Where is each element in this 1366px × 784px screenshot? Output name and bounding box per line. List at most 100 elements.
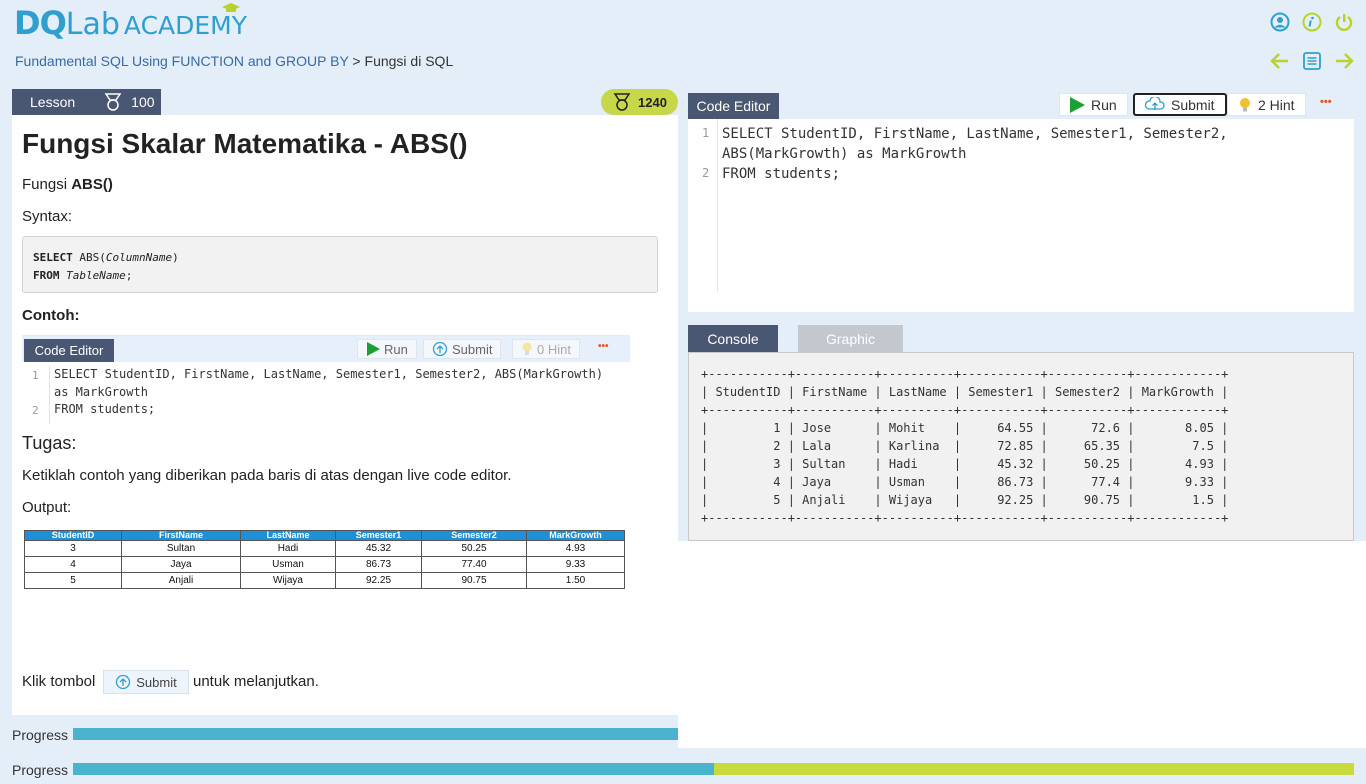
- progress-label: Progress: [12, 762, 69, 778]
- lesson-tab[interactable]: Lesson 100: [12, 89, 161, 115]
- lesson-points: 100: [131, 94, 155, 110]
- lesson-tab-label: Lesson: [30, 94, 76, 110]
- inline-submit-label: Submit: [136, 674, 177, 690]
- syntax-code-block: SELECT ABS(ColumnName) FROM TableName;: [22, 236, 658, 293]
- table-row: 3 Sultan Hadi 45.32 50.25 4.93: [24, 540, 625, 557]
- syntax-line-2: FROM TableName;: [33, 267, 647, 285]
- table-cell: 86.73: [335, 556, 422, 573]
- hint-button[interactable]: 2 Hint: [1227, 93, 1306, 116]
- editor-code-line: FROM students;: [722, 166, 841, 182]
- example-more-icon: •••: [598, 341, 609, 352]
- table-header: FirstName: [121, 530, 241, 541]
- table-row: 4 Jaya Usman 86.73 77.40 9.33: [24, 556, 625, 573]
- table-header: StudentID: [24, 530, 122, 541]
- lesson-title: Fungsi Skalar Matematika - ABS(): [22, 128, 468, 159]
- hint-label: 2 Hint: [1258, 96, 1295, 113]
- table-header: Semester2: [421, 530, 527, 541]
- example-submit-button: Submit: [423, 339, 502, 359]
- example-code-line: FROM students;: [54, 402, 156, 416]
- progress-bar-2: [73, 763, 1354, 775]
- total-points: 1240: [638, 94, 667, 110]
- table-cell: 9.33: [526, 556, 625, 573]
- table-cell: Jaya: [121, 556, 241, 573]
- blank-area: [678, 541, 1366, 748]
- medal-icon: [613, 93, 631, 111]
- header-actions: [1270, 12, 1354, 32]
- play-icon: [367, 342, 380, 356]
- footer-prefix: Klik tombol: [22, 673, 96, 690]
- table-cell: 77.40: [421, 556, 527, 573]
- table-header: MarkGrowth: [526, 530, 625, 541]
- syntax-function: ABS(: [72, 251, 106, 264]
- example-hint-button: 0 Hint: [512, 339, 580, 359]
- logo-academy-text: ACADEMY: [123, 11, 248, 40]
- logo-dq: DQ: [14, 4, 67, 42]
- table-cell: Anjali: [121, 572, 241, 589]
- table-cell: 90.75: [421, 572, 527, 589]
- arrow-left-icon[interactable]: [1270, 51, 1290, 71]
- contoh-label: Contoh:: [22, 307, 80, 324]
- lesson-navigation: [1270, 51, 1354, 71]
- code-editor[interactable]: 1 2 SELECT StudentID, FirstName, LastNam…: [688, 119, 1354, 312]
- progress-bar-1: [73, 728, 678, 740]
- breadcrumb: Fundamental SQL Using FUNCTION and GROUP…: [15, 53, 453, 69]
- submit-label: Submit: [1171, 96, 1215, 113]
- logo-academy: ACADEMY: [123, 3, 248, 40]
- table-cell: Usman: [240, 556, 336, 573]
- footer-suffix: untuk melanjutkan.: [193, 673, 319, 690]
- tab-graphic[interactable]: Graphic: [798, 325, 903, 352]
- example-editor-image: Code Editor Run Submit 0 Hint ••• 1 2 SE…: [22, 335, 630, 424]
- breadcrumb-course-link[interactable]: Fundamental SQL Using FUNCTION and GROUP…: [15, 53, 349, 69]
- code-editor-tab[interactable]: Code Editor: [688, 93, 779, 119]
- console-output: +-----------+-----------+----------+----…: [701, 367, 1229, 525]
- power-icon[interactable]: [1334, 12, 1354, 32]
- editor-gutter: [688, 119, 718, 292]
- editor-line-number: 2: [702, 166, 710, 180]
- syntax-table: TableName: [66, 269, 126, 282]
- total-points-badge: 1240: [601, 89, 678, 115]
- example-run-label: Run: [384, 341, 408, 357]
- intro-prefix: Fungsi: [22, 176, 72, 193]
- table-header: LastName: [240, 530, 336, 541]
- table-cell: 3: [24, 540, 122, 557]
- arrow-right-icon[interactable]: [1334, 51, 1354, 71]
- upload-icon: [116, 674, 131, 690]
- dqlab-logo[interactable]: DQ Lab ACADEMY: [14, 3, 248, 42]
- play-icon: [1070, 96, 1085, 113]
- console-output-panel: +-----------+-----------+----------+----…: [688, 352, 1354, 541]
- syntax-line-1: SELECT ABS(ColumnName): [33, 249, 647, 267]
- syntax-semicolon: ;: [125, 269, 133, 282]
- table-cell: Hadi: [240, 540, 336, 557]
- list-icon[interactable]: [1302, 51, 1322, 71]
- table-cell: Sultan: [121, 540, 241, 557]
- example-line-number: 1: [32, 369, 39, 382]
- editor-code-line: SELECT StudentID, FirstName, LastName, S…: [722, 126, 1228, 142]
- editor-code-text[interactable]: SELECT StudentID, FirstName, LastName, S…: [722, 124, 1228, 184]
- upload-icon: [1145, 96, 1165, 110]
- output-label: Output:: [22, 499, 72, 516]
- run-label: Run: [1091, 96, 1117, 113]
- progress-label: Progress: [12, 727, 69, 743]
- intro-function-name: ABS(): [71, 176, 113, 193]
- progress-bar-2-fill: [73, 763, 714, 775]
- syntax-keyword-select: SELECT: [33, 251, 73, 264]
- table-cell: 4.93: [526, 540, 625, 557]
- tugas-label: Tugas:: [22, 433, 77, 453]
- submit-button[interactable]: Submit: [1133, 93, 1227, 116]
- user-icon[interactable]: [1270, 12, 1290, 32]
- syntax-arg: ColumnName: [105, 251, 173, 264]
- table-header: Semester1: [335, 530, 422, 541]
- example-run-button: Run: [357, 339, 417, 359]
- breadcrumb-separator: >: [348, 53, 365, 69]
- tab-console[interactable]: Console: [688, 325, 778, 352]
- table-cell: 1.50: [526, 572, 625, 589]
- example-code-line: SELECT StudentID, FirstName, LastName, S…: [54, 367, 604, 381]
- info-icon[interactable]: [1302, 12, 1322, 32]
- run-button[interactable]: Run: [1059, 93, 1128, 116]
- lightbulb-icon: [1240, 97, 1250, 111]
- example-submit-label: Submit: [452, 341, 493, 357]
- more-options-icon[interactable]: •••: [1320, 96, 1332, 108]
- syntax-end: ): [172, 251, 179, 264]
- editor-code-line: ABS(MarkGrowth) as MarkGrowth: [722, 146, 967, 162]
- example-hint-label: 0 Hint: [537, 341, 571, 357]
